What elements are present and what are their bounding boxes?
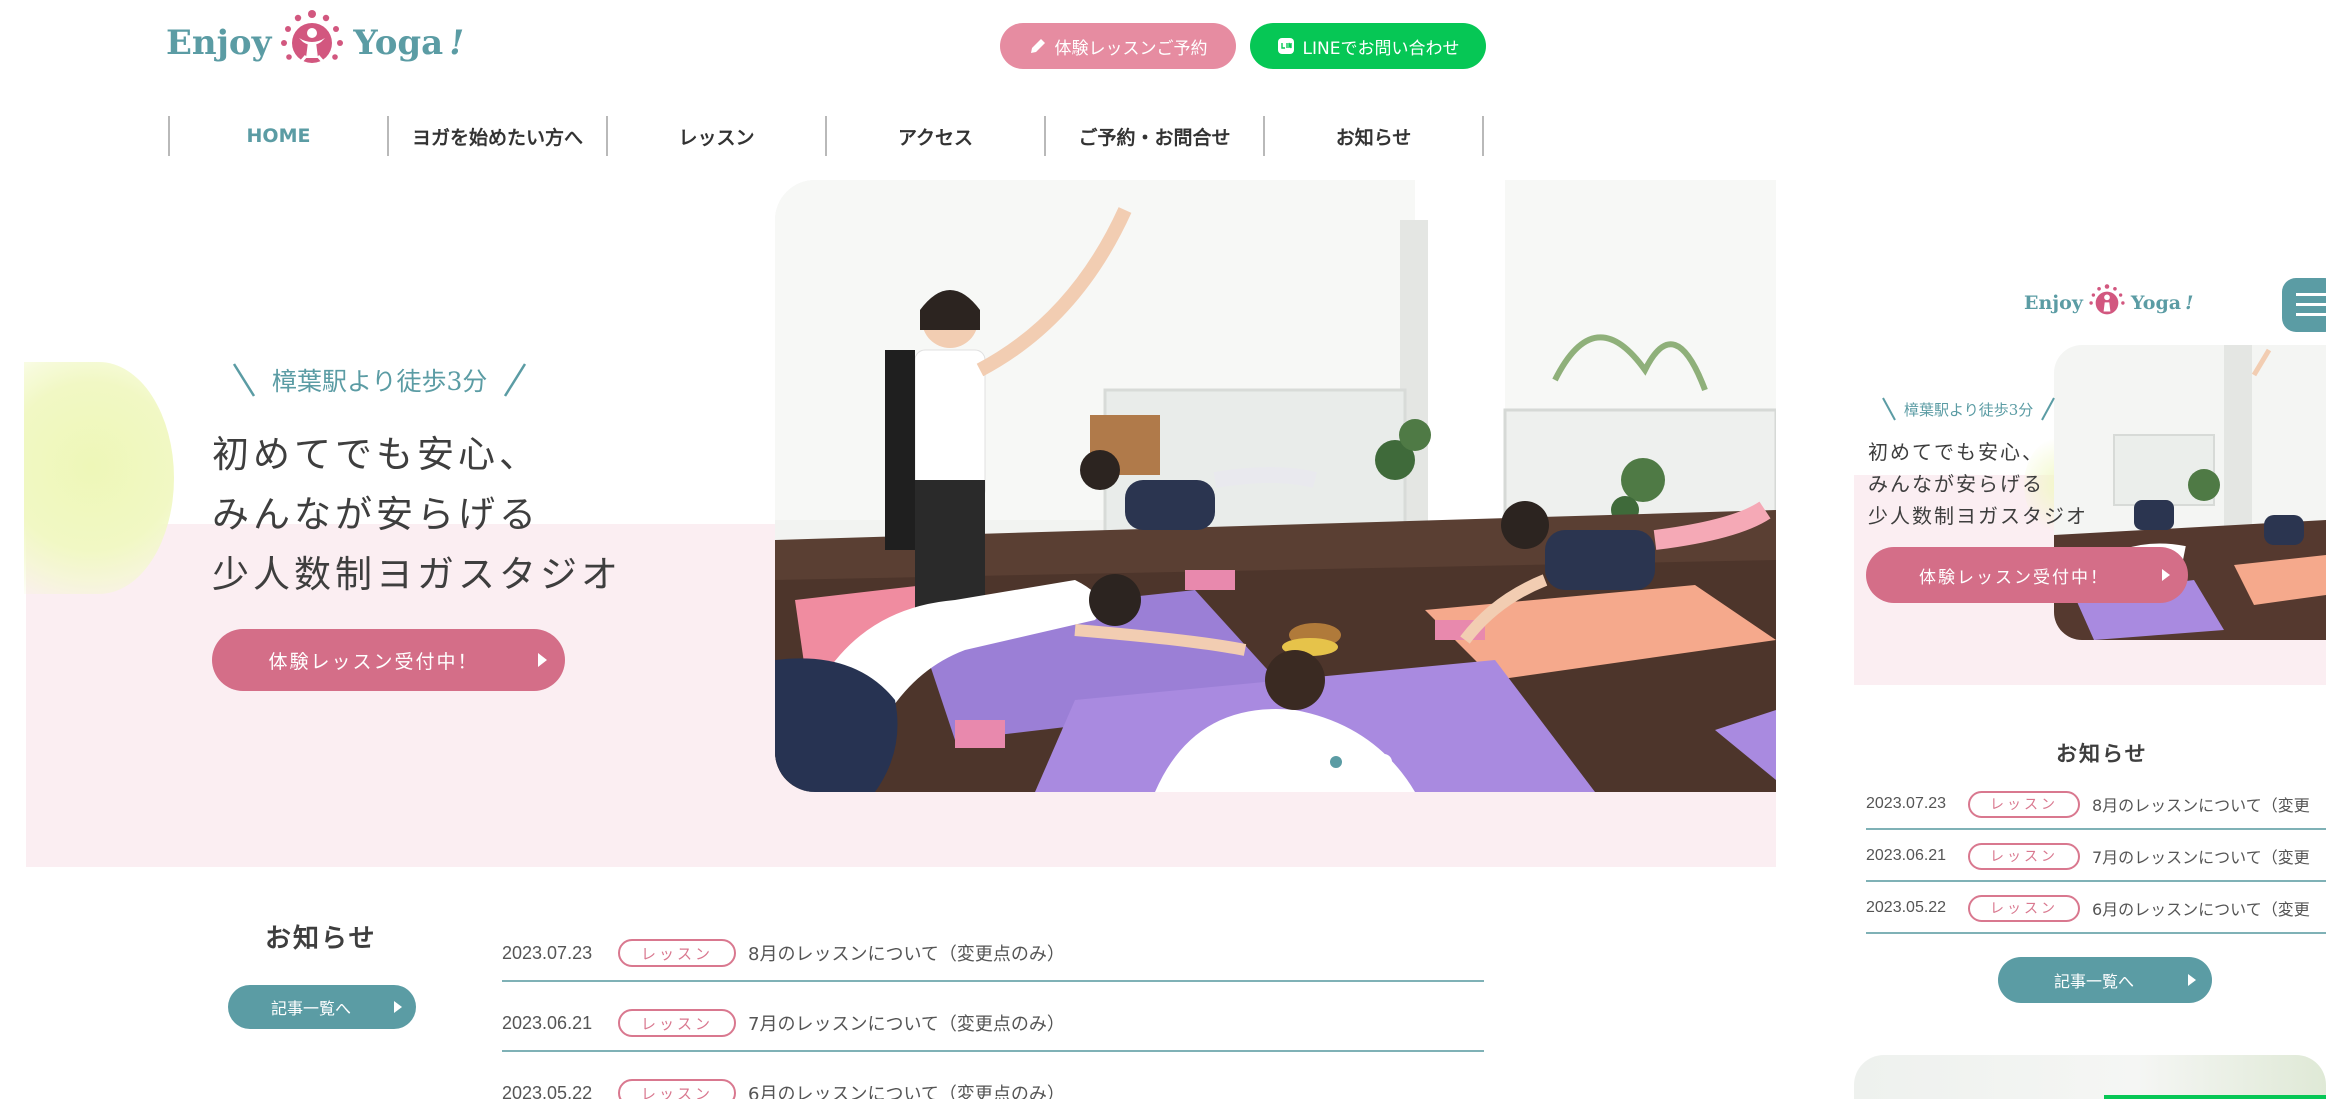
hamburger-line	[2296, 293, 2326, 296]
nav-item-access[interactable]: アクセス	[825, 116, 1044, 156]
mobile-news-title: 7月のレッスンについて（変更	[2092, 848, 2310, 867]
hamburger-line	[2296, 303, 2326, 306]
mobile-logo-exclaim: !	[2185, 292, 2194, 314]
logo-text-enjoy: Enjoy	[166, 23, 272, 63]
hamburger-menu-button[interactable]	[2282, 278, 2326, 332]
hero-slide-image[interactable]	[775, 180, 1776, 792]
line-contact-button[interactable]: LINEでお問い合わせ	[1250, 23, 1486, 69]
news-item[interactable]: 2023.05.22 レッスン 6月のレッスンについて（変更点のみ）	[502, 1066, 1484, 1099]
global-nav: HOME ヨガを始めたい方へ レッスン アクセス ご予約・お問合せ お知らせ	[168, 116, 1484, 156]
nav-item-lessons[interactable]: レッスン	[606, 116, 825, 156]
nav-item-reservation[interactable]: ご予約・お問合せ	[1044, 116, 1263, 156]
arrow-right-icon	[538, 653, 547, 667]
left-slash-decoration	[232, 363, 256, 397]
news-more-button[interactable]: 記事一覧へ	[228, 985, 416, 1029]
news-tag: レッスン	[618, 1079, 736, 1099]
yellow-blob-decoration	[24, 362, 174, 594]
news-tag: レッスン	[618, 939, 736, 967]
mobile-news-date: 2023.07.23	[1866, 795, 1947, 812]
news-tag: レッスン	[618, 1009, 736, 1037]
mobile-news-item[interactable]: 2023.06.21 レッスン 7月のレッスンについて（変更	[1866, 832, 2326, 882]
news-title: 7月のレッスンについて（変更点のみ）	[748, 1014, 1065, 1035]
mobile-hero-subtitle: 樟葉駅より徒歩3分	[1880, 395, 2057, 423]
mobile-preview: Enjoy Yoga ! 樟葉駅より徒歩3分 初めてでも安心、 みんなが安らげる…	[1854, 250, 2326, 1099]
mobile-news-date: 2023.05.22	[1866, 899, 1947, 916]
slider-dot-3[interactable]	[1376, 754, 1392, 770]
nav-item-home[interactable]: HOME	[168, 116, 387, 156]
trial-reservation-button[interactable]: 体験レッスンご予約	[1000, 23, 1236, 69]
mobile-news-title: 6月のレッスンについて（変更	[2092, 900, 2310, 919]
mobile-news-item[interactable]: 2023.07.23 レッスン 8月のレッスンについて（変更	[1866, 780, 2326, 830]
logo-exclaim: !	[449, 23, 465, 63]
mobile-news-tag: レッスン	[1968, 894, 2080, 922]
hero-headline-1: 初めてでも安心、	[212, 433, 540, 476]
trial-reservation-label: 体験レッスンご予約	[1054, 38, 1208, 59]
right-slash-decoration	[504, 363, 527, 397]
mobile-logo-text-yoga: Yoga	[2130, 292, 2182, 314]
mobile-site-logo[interactable]: Enjoy Yoga !	[2024, 278, 2193, 328]
logo-text-yoga: Yoga	[353, 23, 444, 63]
mobile-news-tag: レッスン	[1968, 842, 2080, 870]
line-contact-label: LINEでお問い合わせ	[1302, 38, 1460, 59]
arrow-right-icon	[2162, 569, 2170, 581]
news-date: 2023.07.23	[502, 942, 593, 963]
mobile-green-strip	[2104, 1095, 2326, 1099]
news-date: 2023.06.21	[502, 1012, 593, 1033]
news-item[interactable]: 2023.06.21 レッスン 7月のレッスンについて（変更点のみ）	[502, 996, 1484, 1052]
slider-dot-1[interactable]	[1328, 754, 1344, 770]
mobile-news-title: 8月のレッスンについて（変更	[2092, 796, 2310, 815]
hero-subtitle: 樟葉駅より徒歩3分	[230, 358, 529, 402]
mobile-next-section-image	[1854, 1055, 2326, 1099]
news-title: 8月のレッスンについて（変更点のみ）	[748, 944, 1065, 965]
slider-dot-2[interactable]	[1352, 754, 1368, 770]
mobile-news-tag: レッスン	[1968, 790, 2080, 818]
nav-item-news[interactable]: お知らせ	[1263, 116, 1484, 156]
line-icon	[1277, 38, 1294, 54]
pencil-icon	[1030, 39, 1045, 53]
yoga-studio-photo	[775, 180, 1776, 792]
nav-item-beginners[interactable]: ヨガを始めたい方へ	[387, 116, 606, 156]
slider-dots	[1328, 754, 1392, 770]
mobile-right-slash	[2041, 397, 2056, 421]
news-date: 2023.05.22	[502, 1082, 593, 1099]
mobile-trial-lesson-cta-button[interactable]: 体験レッスン受付中！	[1866, 547, 2188, 603]
hero-headline-3: 少人数制ヨガスタジオ	[212, 553, 622, 596]
arrow-right-icon	[2188, 974, 2196, 986]
news-heading: お知らせ	[265, 924, 377, 954]
hero-headline-2: みんなが安らげる	[212, 493, 540, 536]
mobile-hero-headline-2: みんなが安らげる	[1868, 472, 2044, 496]
mobile-news-more-button[interactable]: 記事一覧へ	[1998, 957, 2212, 1003]
news-item[interactable]: 2023.07.23 レッスン 8月のレッスンについて（変更点のみ）	[502, 926, 1484, 982]
mobile-logo-text-enjoy: Enjoy	[2024, 292, 2083, 314]
yoga-figure-icon	[281, 10, 344, 65]
mobile-hero-headline-3: 少人数制ヨガスタジオ	[1868, 504, 2088, 528]
trial-lesson-cta-button[interactable]: 体験レッスン受付中！	[212, 629, 565, 691]
mobile-yoga-figure-icon	[2089, 284, 2125, 315]
mobile-news-heading: お知らせ	[2056, 741, 2148, 766]
news-title: 6月のレッスンについて（変更点のみ）	[748, 1084, 1065, 1099]
arrow-right-icon	[394, 1001, 402, 1013]
mobile-news-item[interactable]: 2023.05.22 レッスン 6月のレッスンについて（変更	[1866, 884, 2326, 934]
mobile-hero-headline-1: 初めてでも安心、	[1868, 440, 2044, 464]
mobile-left-slash	[1882, 397, 1896, 421]
site-logo[interactable]: Enjoy Yoga !	[166, 8, 464, 78]
mobile-news-date: 2023.06.21	[1866, 847, 1947, 864]
hamburger-line	[2296, 313, 2326, 316]
